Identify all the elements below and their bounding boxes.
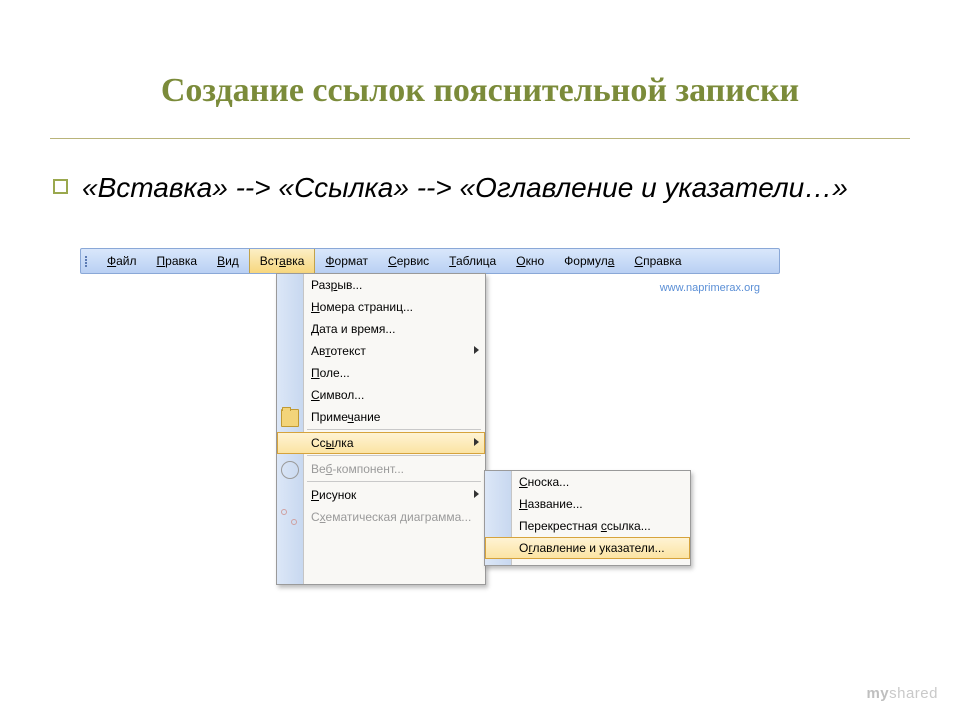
menu-вид[interactable]: Вид (207, 249, 249, 273)
link-submenu-item-label: Название... (519, 497, 583, 511)
link-submenu-item-label: Перекрестная ссылка... (519, 519, 651, 533)
insert-menu-item[interactable]: Ссылка (277, 432, 485, 454)
folder-icon (281, 409, 299, 427)
insert-menu-item-label: Поле... (311, 366, 350, 380)
link-submenu: Сноска... Название... Перекрестная ссылка.… (484, 470, 691, 566)
bullet-line: «Вставка» --> «Ссылка» --> «Оглавление и… (53, 170, 883, 206)
link-submenu-item[interactable]: Оглавление и указатели... (485, 537, 690, 559)
insert-menu-item[interactable]: Разрыв... (277, 274, 485, 296)
title-underline (50, 138, 910, 139)
slide: Создание ссылок пояснительной записки «В… (0, 0, 960, 720)
diagram-icon (281, 509, 297, 525)
drag-handle-icon[interactable] (85, 256, 91, 267)
chevron-right-icon (474, 438, 479, 446)
insert-menu-item[interactable]: Автотекст (277, 340, 485, 362)
menu-окно[interactable]: Окно (506, 249, 554, 273)
menu-bar: ФайлПравкаВидВставкаФорматСервисТаблицаО… (80, 248, 780, 274)
menu-справка[interactable]: Справка (624, 249, 691, 273)
insert-menu-item[interactable]: Поле... (277, 362, 485, 384)
insert-menu-item-label: Ссылка (311, 436, 354, 450)
screenshot: ФайлПравкаВидВставкаФорматСервисТаблицаО… (80, 248, 780, 274)
myshared-watermark: myshared (866, 685, 938, 702)
insert-menu: Разрыв... Номера страниц... Дата и время..… (276, 273, 486, 585)
insert-menu-item: Веб-компонент... (277, 458, 485, 480)
insert-menu-item-label: Примечание (311, 410, 380, 424)
insert-menu-item[interactable]: Номера страниц... (277, 296, 485, 318)
insert-menu-item-label: Символ... (311, 388, 364, 402)
bullet-marker-icon (53, 179, 68, 194)
insert-menu-item-label: Рисунок (311, 488, 356, 502)
insert-menu-item-label: Веб-компонент... (311, 462, 404, 476)
chevron-right-icon (474, 346, 479, 354)
menu-вставка[interactable]: Вставка (249, 249, 316, 273)
menu-формула[interactable]: Формула (554, 249, 624, 273)
bullet-text: «Вставка» --> «Ссылка» --> «Оглавление и… (82, 172, 848, 203)
insert-menu-item: Схематическая диаграмма... (277, 506, 485, 528)
menu-сервис[interactable]: Сервис (378, 249, 439, 273)
menu-файл[interactable]: Файл (97, 249, 147, 273)
insert-menu-item-label: Автотекст (311, 344, 366, 358)
globe-icon (281, 461, 299, 479)
insert-menu-item-label: Разрыв... (311, 278, 362, 292)
insert-menu-item[interactable]: Примечание (277, 406, 485, 428)
menu-формат[interactable]: Формат (315, 249, 378, 273)
menu-правка[interactable]: Правка (147, 249, 208, 273)
insert-menu-item[interactable]: Дата и время... (277, 318, 485, 340)
watermark-url: www.naprimerax.org (660, 282, 760, 294)
insert-menu-item-label: Дата и время... (311, 322, 395, 336)
link-submenu-item-label: Оглавление и указатели... (519, 541, 665, 555)
link-submenu-item[interactable]: Сноска... (485, 471, 690, 493)
chevron-right-icon (474, 490, 479, 498)
insert-menu-item-label: Схематическая диаграмма... (311, 510, 471, 524)
slide-title: Создание ссылок пояснительной записки (0, 72, 960, 110)
insert-menu-item[interactable]: Символ... (277, 384, 485, 406)
insert-menu-item[interactable]: Рисунок (277, 484, 485, 506)
link-submenu-item[interactable]: Название... (485, 493, 690, 515)
menu-таблица[interactable]: Таблица (439, 249, 506, 273)
link-submenu-item[interactable]: Перекрестная ссылка... (485, 515, 690, 537)
link-submenu-item-label: Сноска... (519, 475, 569, 489)
insert-menu-item-label: Номера страниц... (311, 300, 413, 314)
